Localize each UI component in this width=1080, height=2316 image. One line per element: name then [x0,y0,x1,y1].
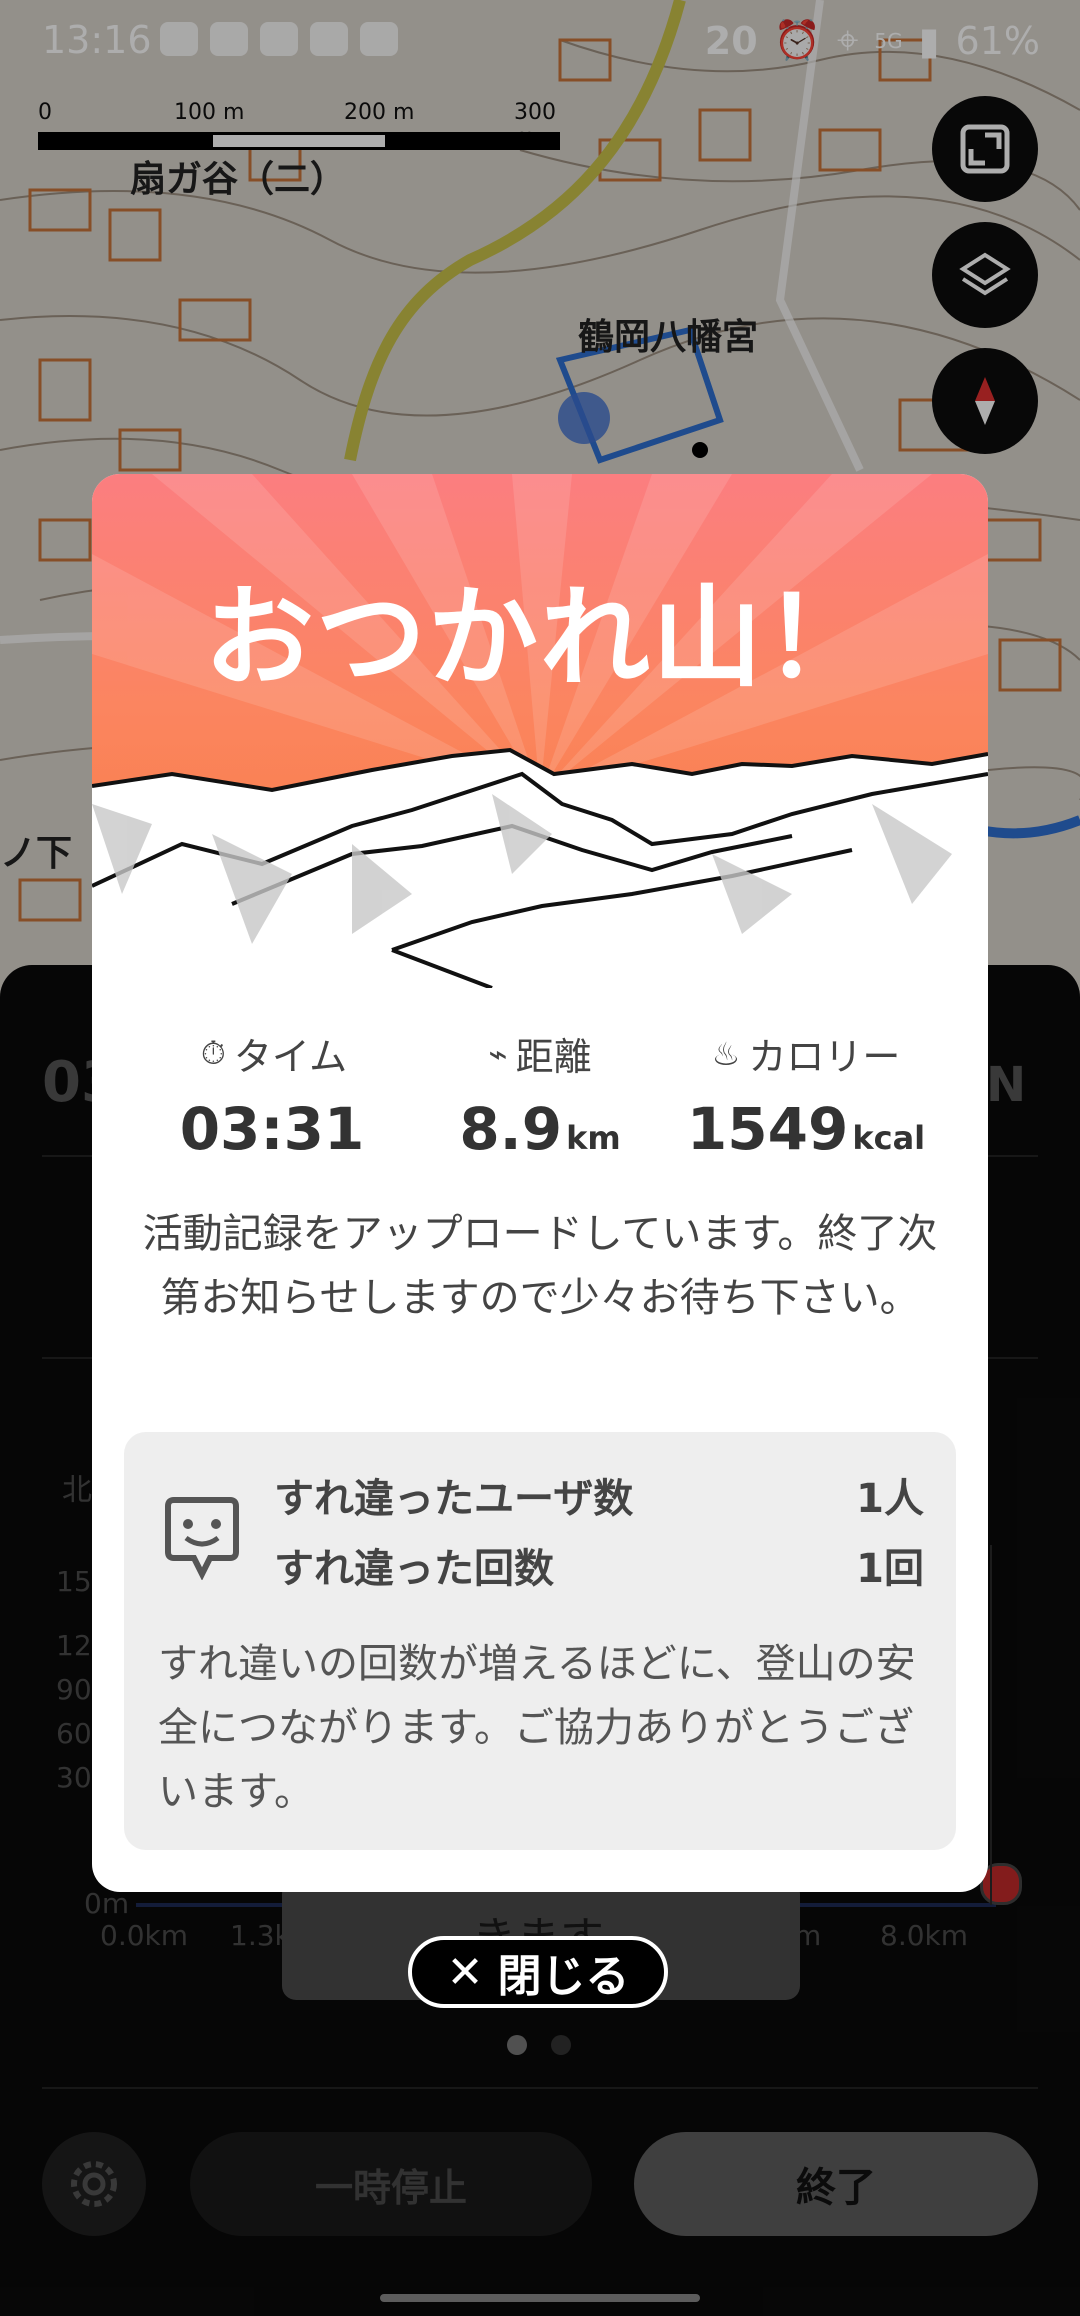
close-button[interactable]: ✕ 閉じる [408,1936,668,2008]
route-icon: ⌁ [488,1034,508,1073]
encounter-face-icon [165,1497,239,1580]
encounter-card: すれ違ったユーザ数 1人 すれ違った回数 1回 すれ違いの回数が増えるほどに、登… [124,1432,956,1850]
completion-dialog: おつかれ山！ ⏱ タイム 03:31 ⌁ 距離 8.9 km ♨ カロリー 1549 kc… [92,474,988,1892]
flame-icon: ♨ [711,1034,741,1073]
stat-time: ⏱ タイム 03:31 [124,1026,424,1163]
stat-unit: km [566,1119,621,1157]
hero-banner: おつかれ山！ [92,474,988,988]
activity-stats: ⏱ タイム 03:31 ⌁ 距離 8.9 km ♨ カロリー 1549 kcal [92,1026,988,1166]
encounter-users-row: すれ違ったユーザ数 1人 [274,1466,924,1524]
encounter-count-value: 1回 [856,1546,924,1592]
encounter-users-label: すれ違ったユーザ数 [274,1476,634,1522]
stat-distance: ⌁ 距離 8.9 km [390,1026,690,1164]
stat-label: カロリー [748,1035,901,1079]
close-label: 閉じる [497,1951,630,2002]
stat-value: 03:31 [179,1095,365,1163]
stat-calories: ♨ カロリー 1549 kcal [656,1026,956,1164]
encounter-count-row: すれ違った回数 1回 [274,1536,924,1594]
encounter-count-label: すれ違った回数 [274,1546,554,1592]
upload-message: 活動記録をアップロードしています。終了次第お知らせしますので少々お待ち下さい。 [142,1211,938,1321]
stat-label: 距離 [515,1035,592,1079]
stopwatch-icon: ⏱ [200,1034,226,1072]
stat-label: タイム [233,1035,348,1079]
close-icon: ✕ [446,1946,484,1998]
encounter-note: すれ違いの回数が増えるほどに、登山の安全につながります。ご協力ありがとうございま… [158,1641,916,1815]
stat-value: 8.9 [459,1095,563,1163]
stat-unit: kcal [852,1119,926,1157]
stat-value: 1549 [686,1095,849,1163]
dialog-title: おつかれ山！ [204,574,876,702]
encounter-users-value: 1人 [856,1476,924,1522]
